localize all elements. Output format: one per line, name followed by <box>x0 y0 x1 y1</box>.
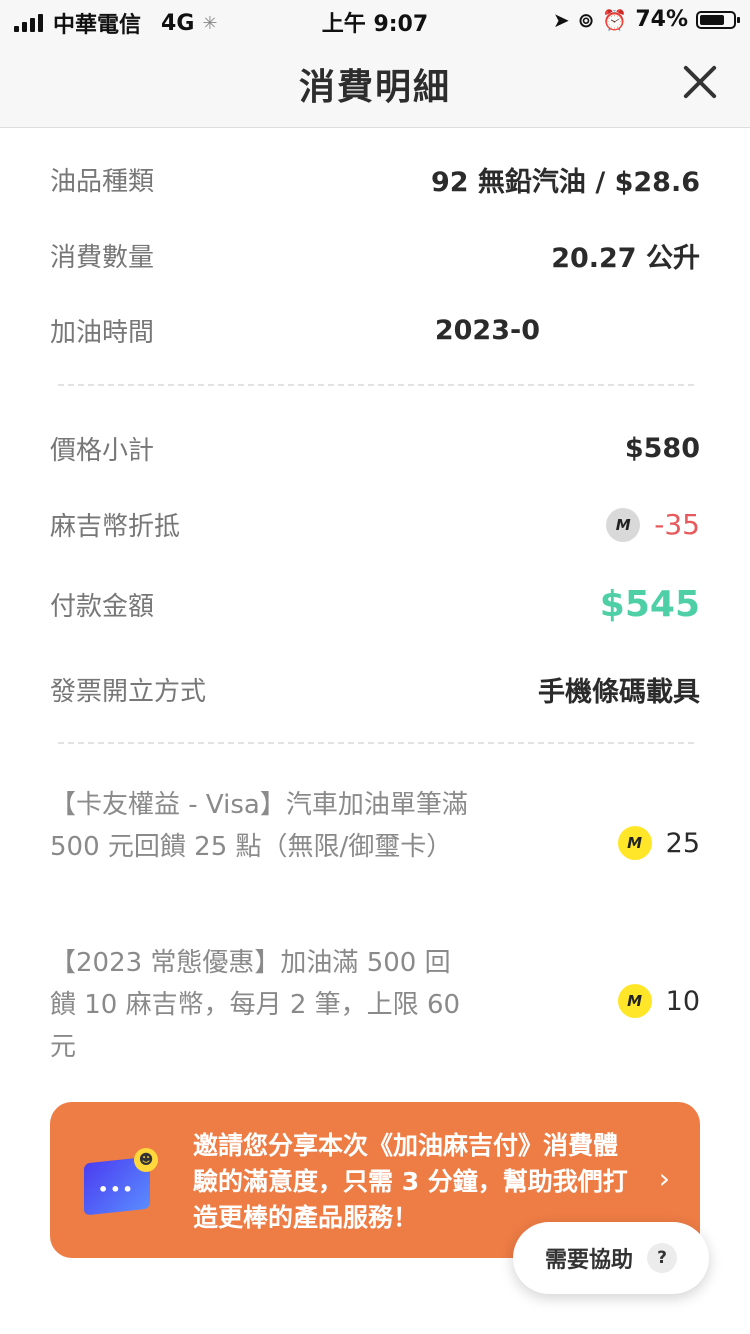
status-right: ➤ ⊚ ⏰ 74% <box>552 7 740 32</box>
divider <box>58 384 694 386</box>
detail-value: 92 無鉛汽油 / $28.6 <box>430 167 700 198</box>
benefit-points: M 25 <box>617 826 700 860</box>
payment-value: $545 <box>599 584 700 625</box>
benefit-text: 【2023 常態優惠】加油滿 500 回饋 10 麻吉幣，每月 2 筆，上限 6… <box>50 948 461 1062</box>
detail-row-time: 加油時間 2023-0 <box>50 312 700 349</box>
mcoin-icon: M <box>617 826 652 860</box>
help-label: 需要協助 <box>544 1248 633 1273</box>
status-bar: 中華電信 4G ✳ 上午 9:07 ➤ ⊚ ⏰ 74% <box>0 0 750 40</box>
detail-row-fuel-type: 油品種類 92 無鉛汽油 / $28.6 <box>50 160 700 199</box>
battery-fill <box>700 14 724 25</box>
mcoin-icon: M <box>617 984 652 1018</box>
chat-bubble-icon: ••• ☻ <box>80 1146 158 1216</box>
page-title: 消費明細 <box>298 67 451 108</box>
detail-value: 20.27 公升 <box>551 243 700 274</box>
invoice-label: 發票開立方式 <box>50 677 207 707</box>
coin-discount-label: 麻吉幣折抵 <box>50 512 181 542</box>
detail-value: 2023-0 <box>434 315 540 346</box>
summary-row-payment: 付款金額 $545 <box>50 584 700 625</box>
subtotal-value: $580 <box>624 433 700 464</box>
coin-discount-value: -35 <box>654 508 700 541</box>
detail-row-quantity: 消費數量 20.27 公升 <box>50 236 700 275</box>
detail-label: 消費數量 <box>50 243 155 273</box>
rotation-lock-icon: ⊚ <box>577 7 595 32</box>
benefit-points-value: 25 <box>665 827 700 859</box>
coin-discount-value-wrap: M -35 <box>606 507 700 542</box>
benefit-item: 【卡友權益 - Visa】汽車加油單筆滿 500 元回饋 25 點（無限/御璽卡… <box>50 784 700 868</box>
survey-banner-text: 邀請您分享本次《加油麻吉付》消費體驗的滿意度，只需 3 分鐘，幫助我們打造更棒的… <box>193 1131 628 1232</box>
summary-row-invoice: 發票開立方式 手機條碼載具 <box>50 670 700 709</box>
payment-label: 付款金額 <box>50 592 155 622</box>
detail-label: 加油時間 <box>50 318 155 348</box>
summary-row-coin-discount: 麻吉幣折抵 M -35 <box>50 506 700 543</box>
invoice-value: 手機條碼載具 <box>538 677 700 708</box>
alarm-icon: ⏰ <box>602 7 628 32</box>
benefit-text: 【卡友權益 - Visa】汽車加油單筆滿 500 元回饋 25 點（無限/御璽卡… <box>50 790 468 862</box>
chevron-right-icon: › <box>658 1162 670 1195</box>
benefit-points-value: 10 <box>665 985 700 1017</box>
nav-bar: 消費明細 <box>0 40 750 128</box>
question-icon: ? <box>647 1243 677 1273</box>
divider <box>58 742 694 744</box>
summary-row-subtotal: 價格小計 $580 <box>50 430 700 467</box>
battery-icon <box>696 10 740 29</box>
battery-percent: 74% <box>635 7 688 32</box>
benefit-item: 【2023 常態優惠】加油滿 500 回饋 10 麻吉幣，每月 2 筆，上限 6… <box>50 942 700 1068</box>
close-icon[interactable] <box>680 62 720 102</box>
detail-label: 油品種類 <box>50 167 155 197</box>
subtotal-label: 價格小計 <box>50 436 155 466</box>
help-button[interactable]: 需要協助 ? <box>513 1222 709 1294</box>
mcoin-icon: M <box>606 507 641 542</box>
benefit-points: M 10 <box>617 984 700 1018</box>
location-arrow-icon: ➤ <box>552 7 570 32</box>
